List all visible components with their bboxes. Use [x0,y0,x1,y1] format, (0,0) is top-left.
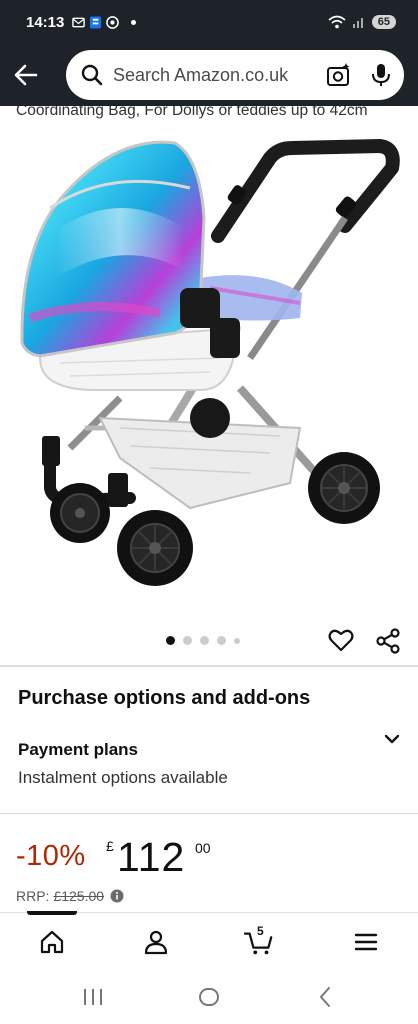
carousel-dot[interactable] [217,636,226,645]
image-carousel-indicator [0,633,418,649]
app-notification-icon [90,15,102,29]
chrome-icon [106,15,120,29]
home-icon [40,930,64,954]
heart-icon[interactable] [328,627,354,653]
price-currency: £ [106,838,114,854]
status-time: 14:13 [26,13,65,31]
rrp-label: RRP: [16,888,50,904]
nav-home[interactable] [37,927,67,957]
price-whole: 112 [117,834,186,880]
price-block: -10% £ 112 00 [16,832,396,882]
carousel-dots [166,636,240,645]
info-icon[interactable] [110,889,124,903]
back-arrow-icon[interactable] [12,61,40,89]
search-input[interactable] [113,64,303,86]
bottom-navigation: 5 [0,911,418,970]
share-icon[interactable] [374,627,402,655]
battery-indicator: 65 [371,15,396,29]
divider [0,813,418,814]
price-fraction: 00 [195,840,211,856]
rrp-row: RRP: £125.00 [16,888,124,904]
status-bar: 14:13 65 [0,0,418,44]
wifi-icon [328,15,346,29]
nav-account[interactable] [141,927,171,957]
recent-apps-icon[interactable] [80,984,106,1010]
carousel-dot[interactable] [166,636,175,645]
carousel-dot[interactable] [183,636,192,645]
nav-menu[interactable] [351,927,381,957]
system-navigation-bar [0,970,418,1024]
hamburger-menu-icon [354,933,378,951]
product-title-strip: Coordinating Bag, For Dollys or teddies … [0,106,418,128]
cart-count-badge: 5 [257,924,264,938]
signal-icon [352,18,363,28]
camera-search-icon[interactable] [326,62,352,88]
status-dot [131,19,137,25]
app-header [0,44,418,106]
home-button-icon[interactable] [196,984,222,1010]
nav-cart[interactable]: 5 [244,924,274,957]
back-button-icon[interactable] [313,984,339,1010]
carousel-dot[interactable] [200,636,209,645]
chevron-down-icon[interactable] [382,729,402,749]
payment-plans-subtitle[interactable]: Instalment options available [18,768,228,788]
wheel [50,483,110,543]
search-bar[interactable] [66,50,404,100]
carousel-dot[interactable] [234,637,240,644]
active-tab-indicator [27,911,77,915]
search-icon[interactable] [80,63,104,87]
discount-percentage: -10% [16,840,86,872]
status-system-icons: 65 [328,15,396,29]
account-icon [144,930,168,955]
purchase-options-heading: Purchase options and add-ons [18,687,311,709]
status-notification-icons [72,15,137,29]
rrp-value: £125.00 [53,888,105,904]
payment-plans-title[interactable]: Payment plans [18,740,138,760]
microphone-icon[interactable] [370,62,392,88]
product-image-pram[interactable] [0,128,418,618]
mail-icon [72,17,86,27]
section-divider [0,665,418,667]
product-title: Coordinating Bag, For Dollys or teddies … [16,106,368,119]
